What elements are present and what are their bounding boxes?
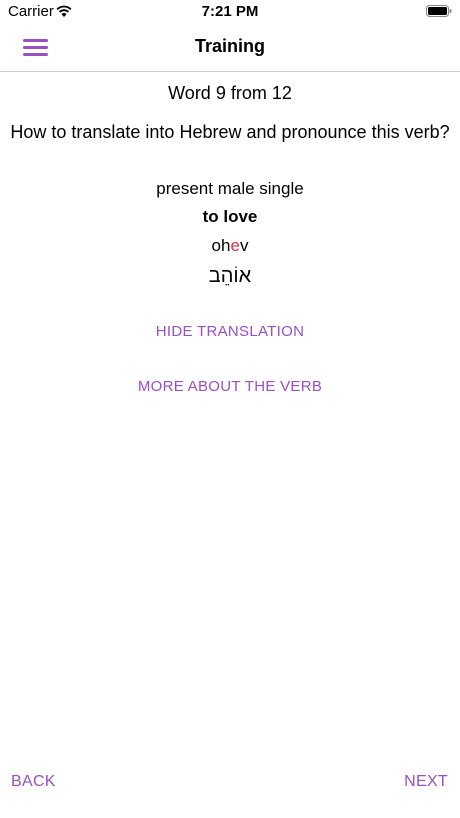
clock: 7:21 PM: [201, 3, 259, 20]
word-progress: Word 9 from 12: [168, 83, 292, 103]
back-button[interactable]: BACK: [11, 773, 56, 791]
status-bar: Carrier 7:21 PM: [0, 0, 460, 24]
page-title: Training: [194, 36, 265, 56]
battery-icon: [426, 5, 452, 17]
verb-form: present male single: [156, 179, 304, 198]
verb-hebrew: אוֹהֵב: [208, 265, 252, 287]
next-button[interactable]: NEXT: [404, 773, 448, 791]
hide-translation-button[interactable]: HIDE TRANSLATION: [0, 323, 460, 340]
pronunciation-part: v: [239, 236, 249, 255]
question-text: How to translate into Hebrew and pronoun…: [10, 122, 450, 142]
verb-pronunciation: ohev: [0, 236, 460, 256]
navigation-bar: Training: [0, 24, 460, 72]
stressed-vowel: e: [230, 236, 240, 255]
verb-meaning: to love: [202, 207, 258, 226]
more-about-verb-button[interactable]: MORE ABOUT THE VERB: [0, 378, 460, 395]
pronunciation-part: oh: [211, 236, 231, 255]
training-screen: Carrier 7:21 PM Training Word 9 from 12 …: [0, 0, 460, 818]
